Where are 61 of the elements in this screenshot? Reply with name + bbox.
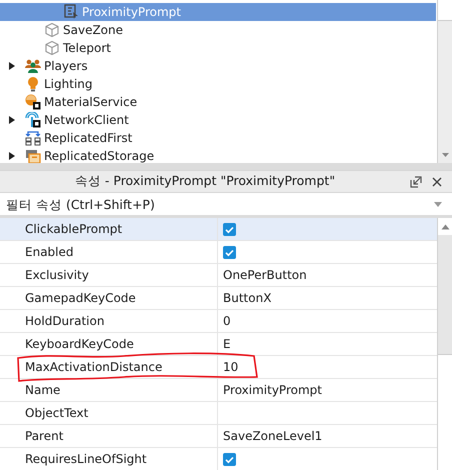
scroll-up-icon[interactable] [440,224,450,230]
material-icon [25,94,41,110]
expand-arrow-icon[interactable] [7,151,17,161]
property-name: GamepadKeyCode [0,287,218,309]
filter-field[interactable]: 필터 속성 (Ctrl+Shift+P) [0,193,433,215]
prompt-icon [63,4,79,20]
expand-arrow-icon[interactable] [7,115,17,125]
expand-arrow-icon[interactable] [7,61,17,71]
panel-title: 속성 - ProximityPrompt "ProximityPrompt" [74,172,336,190]
property-value[interactable]: E [223,333,231,355]
property-row[interactable]: ObjectText [0,402,437,425]
property-row[interactable]: Name ProximityPrompt [0,379,437,402]
cube-icon [44,40,60,56]
tree-item[interactable]: ReplicatedFirst [0,129,436,147]
tree-item[interactable]: Teleport [0,39,436,57]
dropdown-caret-icon [433,200,443,208]
property-name: ObjectText [0,402,218,424]
property-value[interactable]: ButtonX [223,287,272,309]
property-row[interactable]: RequiresLineOfSight [0,448,437,470]
checkbox[interactable] [223,222,236,236]
property-name: HoldDuration [0,310,218,332]
scrollbar[interactable] [437,0,452,163]
antenna-icon [25,112,41,128]
tree-item[interactable]: Lighting [0,75,436,93]
people-icon [25,58,41,74]
property-row[interactable]: Enabled [0,241,437,264]
property-value[interactable]: 10 [223,356,238,378]
property-name: Parent [0,425,218,447]
property-row[interactable]: Parent SaveZoneLevel1 [0,425,437,448]
scroll-thumb[interactable] [438,0,452,21]
property-row[interactable]: KeyboardKeyCode E [0,333,437,356]
property-name: MaxActivationDistance [0,356,218,378]
property-row[interactable]: Exclusivity OnePerButton [0,264,437,287]
property-row[interactable]: HoldDuration 0 [0,310,437,333]
property-value[interactable]: ProximityPrompt [223,379,322,401]
cube-icon [44,22,60,38]
property-value[interactable]: OnePerButton [223,264,307,286]
property-value[interactable]: SaveZoneLevel1 [223,425,322,447]
replicate-icon [25,130,41,146]
bulb-icon [25,76,41,92]
storage-icon [25,148,41,163]
property-name: ClickablePrompt [0,218,218,240]
checkbox[interactable] [223,246,236,258]
close-icon[interactable] [432,176,442,186]
checkbox[interactable] [223,452,236,466]
scroll-thumb[interactable] [438,235,452,355]
tree-item[interactable]: MaterialService [0,93,436,111]
property-name: KeyboardKeyCode [0,333,218,355]
property-row[interactable]: GamepadKeyCode ButtonX [0,287,437,310]
property-name: Enabled [0,241,218,263]
property-name: RequiresLineOfSight [0,448,218,470]
property-row[interactable]: MaxActivationDistance 10 [0,356,437,379]
undock-icon[interactable] [410,176,422,188]
tree-item[interactable]: SaveZone [0,21,436,39]
tree-item[interactable]: Players [0,57,436,75]
property-name: Name [0,379,218,401]
property-name: Exclusivity [0,264,218,286]
tree-item[interactable]: NetworkClient [0,111,436,129]
scrollbar[interactable] [437,218,452,470]
property-value[interactable]: 0 [223,310,231,332]
property-row[interactable]: ClickablePrompt [0,218,437,241]
